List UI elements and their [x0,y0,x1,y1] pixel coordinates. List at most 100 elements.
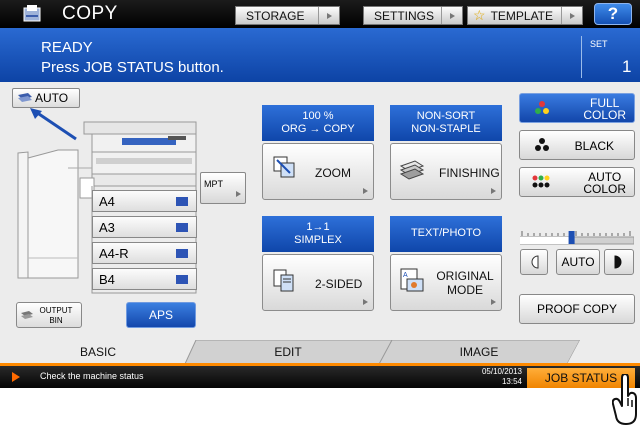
tray-size-label: A3 [99,219,115,235]
tray-size-label: A4 [99,193,115,209]
original-mode-button[interactable]: A ORIGINAL MODE [390,254,502,311]
status-message-secondary: Press JOB STATUS button. [41,59,224,76]
density-lighter-button[interactable] [520,249,548,275]
finishing-label: FINISHING [439,166,500,180]
auto-paper-label: AUTO [35,91,69,105]
storage-button[interactable]: STORAGE [235,6,340,25]
tray-size-label: A4-R [99,245,129,261]
full-color-label: FULL COLOR [583,97,626,121]
mpt-label: MPT [204,179,223,189]
tab-image[interactable]: IMAGE [392,340,566,363]
star-icon: ☆ [473,7,486,23]
two-sided-label: 2-SIDED [315,277,363,291]
tray-level-icon [176,197,188,206]
duplex-mode-name: SIMPLEX [294,234,342,246]
template-button[interactable]: ☆ TEMPLATE [467,6,583,25]
proof-copy-button[interactable]: PROOF COPY [519,294,635,324]
black-toner-icon [535,138,549,151]
tab-edit[interactable]: EDIT [196,340,380,363]
play-arrow-icon[interactable] [12,372,20,382]
tray-level-icon [176,223,188,232]
original-mode-label: ORIGINAL MODE [435,269,495,297]
chevron-right-icon [318,7,339,24]
paper-tray-3[interactable]: A4-R [92,242,197,264]
tray-size-label: B4 [99,271,115,287]
set-label: SET [590,39,608,49]
paper-tray-2[interactable]: A3 [92,216,197,238]
two-sided-button[interactable]: 2-SIDED [262,254,374,311]
paper-tray-1[interactable]: A4 [92,190,197,212]
aps-button[interactable]: APS [126,302,196,328]
zoom-label: ZOOM [315,166,351,180]
full-color-icon [535,101,549,114]
density-thumb[interactable] [568,231,575,244]
zoom-ratio: 100 % [302,110,334,122]
status-message-primary: READY [41,39,93,56]
set-count: 1 [622,57,632,76]
original-mode-label-1: ORIGINAL [436,269,494,283]
original-mode-setting-display: TEXT/PHOTO [390,216,502,252]
full-color-button[interactable]: FULL COLOR [519,93,635,123]
density-fill [520,237,569,244]
svg-text:A: A [403,272,408,279]
chevron-right-icon [491,188,496,194]
set-divider [581,36,582,78]
output-bin-label-1: OUTPUT [39,306,73,315]
darker-icon [614,255,622,269]
original-mode-icon: A [400,268,424,292]
output-bin-button[interactable]: OUTPUT BIN [16,302,82,328]
settings-button[interactable]: SETTINGS [363,6,463,25]
storage-label: STORAGE [246,8,305,23]
finishing-setting-display: NON-SORT NON-STAPLE [390,105,502,141]
settings-label: SETTINGS [374,8,435,23]
chevron-right-icon [236,191,241,197]
finishing-button[interactable]: FINISHING [390,143,502,200]
finishing-icon [399,160,425,180]
chevron-right-icon [561,7,582,24]
chevron-right-icon [363,299,368,305]
chevron-right-icon [363,188,368,194]
original-mode-value: TEXT/PHOTO [410,227,482,239]
black-button[interactable]: BLACK [519,130,635,160]
full-color-label-2: COLOR [583,108,626,122]
output-tray-icon [21,311,33,319]
auto-paper-button[interactable]: AUTO [12,88,80,108]
help-button[interactable]: ? [594,3,632,25]
paper-stack-icon [18,93,32,102]
copy-app-icon [23,5,41,22]
auto-color-label-2: COLOR [583,182,626,196]
density-darker-button[interactable] [604,249,634,275]
tray-level-icon [176,249,188,258]
finishing-staple-mode: NON-STAPLE [411,123,481,135]
duplex-setting-display: 1→1 SIMPLEX [262,216,374,252]
finishing-sort-mode: NON-SORT [416,110,476,122]
zoom-direction: ORG → COPY [281,123,355,135]
time: 13:54 [501,377,522,386]
zoom-button[interactable]: ZOOM [262,143,374,200]
template-label: TEMPLATE [490,8,554,23]
tray-level-icon [176,275,188,284]
two-sided-icon [273,269,294,292]
chevron-right-icon [491,299,496,305]
tab-basic[interactable]: BASIC [0,340,196,363]
density-scale[interactable] [520,231,634,245]
original-mode-label-2: MODE [447,283,483,297]
output-bin-label-2: BIN [49,316,63,325]
auto-color-button[interactable]: AUTO COLOR [519,167,635,197]
app-title: COPY [62,3,118,24]
chevron-right-icon [441,7,462,24]
paper-tray-4[interactable]: B4 [92,268,197,290]
date: 05/10/2013 [481,367,522,376]
black-label: BLACK [574,139,614,153]
duplex-mode: 1→1 [306,221,330,233]
mpt-button[interactable]: MPT [200,172,246,204]
auto-color-icon [532,175,550,188]
pointer-hand-icon [612,374,637,425]
auto-color-label: AUTO COLOR [583,171,626,195]
date-time: 05/10/2013 13:54 [462,367,522,387]
machine-status-message[interactable]: Check the machine status [40,371,144,381]
lighter-icon [531,255,539,269]
copy-panel: COPY STORAGE SETTINGS ☆ TEMPLATE ? READY… [0,0,640,388]
zoom-icon [273,156,295,178]
density-auto-button[interactable]: AUTO [556,249,600,275]
